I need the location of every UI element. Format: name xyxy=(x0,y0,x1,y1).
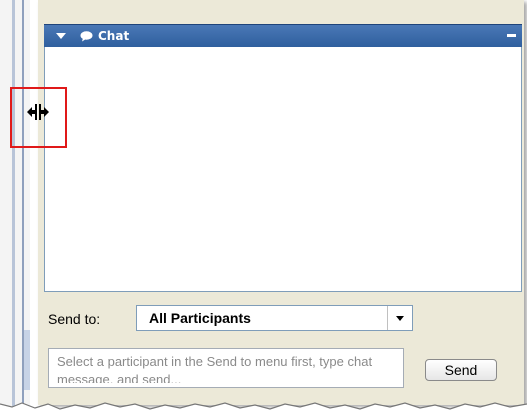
send-to-selected-value: All Participants xyxy=(149,310,251,326)
torn-edge xyxy=(0,402,527,418)
panel-title: Chat xyxy=(98,29,130,43)
chat-message-area[interactable] xyxy=(44,47,522,292)
send-button[interactable]: Send xyxy=(425,359,497,381)
send-to-label: Send to: xyxy=(48,311,101,327)
send-to-dropdown[interactable]: All Participants xyxy=(136,305,413,331)
chat-bubble-icon xyxy=(80,30,93,42)
window-border xyxy=(12,0,15,410)
send-to-row: Send to: All Participants xyxy=(48,305,508,333)
minimize-icon[interactable] xyxy=(507,34,516,37)
scroll-segment xyxy=(24,330,30,390)
chat-message-field[interactable] xyxy=(48,348,404,388)
resize-cursor-icon xyxy=(26,103,50,121)
chat-message-input[interactable] xyxy=(57,353,395,383)
panel-title-bar: Chat xyxy=(44,24,522,47)
dropdown-arrow-icon[interactable] xyxy=(387,306,412,330)
adjacent-window-edge xyxy=(0,0,30,410)
chat-panel: Chat Send to: All Participants Send xyxy=(38,0,524,405)
collapse-triangle-icon[interactable] xyxy=(56,33,66,39)
